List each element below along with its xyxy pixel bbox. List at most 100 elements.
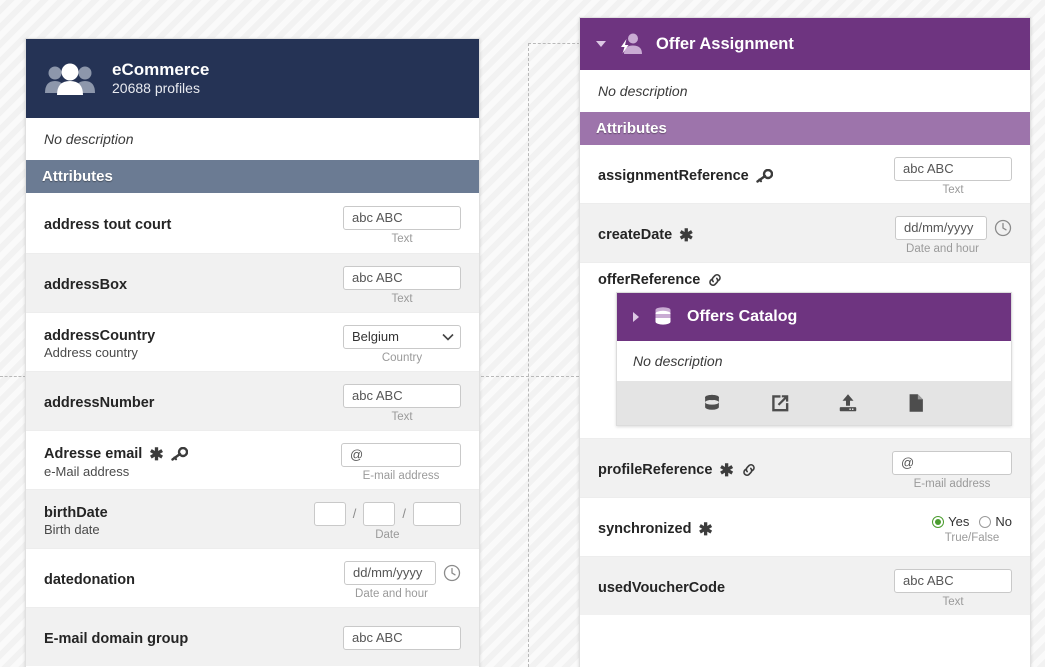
radio-option-no[interactable]: No xyxy=(979,514,1012,529)
profile-title: eCommerce xyxy=(112,60,210,80)
attribute-name: synchronized xyxy=(598,521,692,537)
date-day-input[interactable] xyxy=(313,501,346,526)
triangle-right-icon[interactable] xyxy=(633,312,639,322)
table-row[interactable]: E-mail domain group abc ABC xyxy=(26,607,479,666)
attribute-label: synchronized ✱ xyxy=(598,521,932,538)
attribute-description: e-Mail address xyxy=(44,463,130,479)
attribute-name: addressNumber xyxy=(44,395,155,411)
attribute-label: birthDate Birth date xyxy=(44,505,314,537)
field-type-label: True/False xyxy=(944,532,1000,544)
profile-attribute-list: address tout court abc ABC Text addressB… xyxy=(26,193,479,666)
field-type-label: Text xyxy=(942,183,964,196)
text-input[interactable]: abc ABC xyxy=(343,625,461,650)
attribute-name: profileReference xyxy=(598,462,713,478)
attribute-label: createDate ✱ xyxy=(598,227,895,244)
datetime-input[interactable]: dd/mm/yyyy xyxy=(895,215,987,240)
datetime-input[interactable]: dd/mm/yyyy xyxy=(344,560,436,585)
email-input[interactable]: @ xyxy=(341,442,461,467)
connector-vertical xyxy=(528,43,529,667)
field-type-label: Text xyxy=(391,410,413,423)
required-asterisk-icon: ✱ xyxy=(719,460,734,480)
field-type-label: Text xyxy=(942,595,964,608)
attribute-description: Address country xyxy=(44,345,138,360)
radio-label: No xyxy=(995,514,1012,529)
attribute-label: offerReference xyxy=(598,272,1012,288)
table-row[interactable]: address tout court abc ABC Text xyxy=(26,193,479,253)
attribute-label: E-mail domain group xyxy=(44,631,343,647)
attribute-field: Yes No True/False xyxy=(932,514,1012,544)
field-type-label: Date xyxy=(375,528,400,541)
attribute-name: addressBox xyxy=(44,277,128,293)
link-icon xyxy=(741,463,757,477)
table-row[interactable]: usedVoucherCode abc ABC Text xyxy=(580,556,1030,615)
nested-catalog-wrapper: Offers Catalog No description xyxy=(580,288,1030,438)
table-row: offerReference Offers Catalog No descrip… xyxy=(580,262,1030,438)
clock-icon[interactable] xyxy=(994,219,1012,237)
attribute-name: address tout court xyxy=(44,217,172,233)
attribute-field: dd/mm/yyyy Date and hour xyxy=(895,215,1012,255)
catalog-card: Offers Catalog No description xyxy=(616,292,1012,426)
attribute-name: usedVoucherCode xyxy=(598,580,726,596)
date-month-input[interactable] xyxy=(363,501,396,526)
document-icon[interactable] xyxy=(905,392,927,414)
date-year-input[interactable] xyxy=(413,501,461,526)
catalog-description: No description xyxy=(617,341,1011,381)
profile-card-header[interactable]: eCommerce 20688 profiles xyxy=(26,39,479,118)
attribute-name: E-mail domain group xyxy=(44,631,189,647)
table-row[interactable]: profileReference ✱ @ E-mail address xyxy=(580,438,1030,497)
table-row[interactable]: addressBox abc ABC Text xyxy=(26,253,479,312)
text-input[interactable]: abc ABC xyxy=(894,568,1012,593)
attribute-field: abc ABC Text xyxy=(894,568,1012,608)
triangle-down-icon[interactable] xyxy=(596,41,606,47)
event-attribute-list: assignmentReference abc ABC Text createD… xyxy=(580,145,1030,615)
attribute-field: abc ABC Text xyxy=(343,205,461,245)
text-input[interactable]: abc ABC xyxy=(343,205,461,230)
event-card-header[interactable]: Offer Assignment xyxy=(580,18,1030,70)
attribute-name: createDate xyxy=(598,227,673,243)
attribute-field: abc ABC Text xyxy=(343,265,461,305)
link-icon xyxy=(707,273,723,287)
event-title: Offer Assignment xyxy=(656,34,794,53)
attribute-field: abc ABC xyxy=(343,625,461,653)
key-icon xyxy=(756,169,773,183)
table-row[interactable]: birthDate Birth date / / Date xyxy=(26,489,479,548)
external-link-icon[interactable] xyxy=(769,392,791,414)
table-row[interactable]: Adresse email ✱ e-Mail address @ E-mail … xyxy=(26,430,479,489)
catalog-card-header[interactable]: Offers Catalog xyxy=(617,293,1011,341)
attribute-name: datedonation xyxy=(44,572,136,588)
field-type-label: Text xyxy=(391,292,413,305)
text-input[interactable]: abc ABC xyxy=(343,265,461,290)
connector-top-horizontal xyxy=(528,43,580,44)
upload-icon[interactable] xyxy=(837,392,859,414)
connector-left-horizontal xyxy=(0,376,26,377)
profile-subtitle: 20688 profiles xyxy=(112,80,200,97)
table-row[interactable]: addressCountry Address country Belgium C… xyxy=(26,312,479,371)
database-icon xyxy=(651,305,675,329)
attribute-field: @ E-mail address xyxy=(341,442,461,482)
profile-attributes-section-header: Attributes xyxy=(26,160,479,193)
attribute-label: addressBox xyxy=(44,277,343,293)
field-type-label: Date and hour xyxy=(355,587,428,600)
text-input[interactable]: abc ABC xyxy=(894,156,1012,181)
required-asterisk-icon: ✱ xyxy=(679,225,694,245)
radio-dot xyxy=(979,515,992,528)
event-description: No description xyxy=(580,70,1030,112)
text-input[interactable]: abc ABC xyxy=(343,383,461,408)
attribute-description: Birth date xyxy=(44,522,100,537)
table-row[interactable]: createDate ✱ dd/mm/yyyy Date and hour xyxy=(580,203,1030,262)
date-separator: / xyxy=(402,506,406,521)
attribute-field: Belgium Country xyxy=(343,324,461,364)
table-row[interactable]: datedonation dd/mm/yyyy Date and hour xyxy=(26,548,479,607)
table-row[interactable]: addressNumber abc ABC Text xyxy=(26,371,479,430)
database-icon[interactable] xyxy=(701,392,723,414)
table-row[interactable]: assignmentReference abc ABC Text xyxy=(580,145,1030,203)
table-row[interactable]: synchronized ✱ Yes No True/False xyxy=(580,497,1030,556)
attribute-name: birthDate xyxy=(44,505,108,521)
email-input[interactable]: @ xyxy=(892,450,1012,475)
attribute-field: @ E-mail address xyxy=(892,450,1012,490)
clock-icon[interactable] xyxy=(443,564,461,582)
radio-label: Yes xyxy=(948,514,970,529)
radio-option-yes[interactable]: Yes xyxy=(932,514,969,529)
country-select[interactable]: Belgium xyxy=(343,324,461,349)
attribute-label: usedVoucherCode xyxy=(598,580,894,596)
